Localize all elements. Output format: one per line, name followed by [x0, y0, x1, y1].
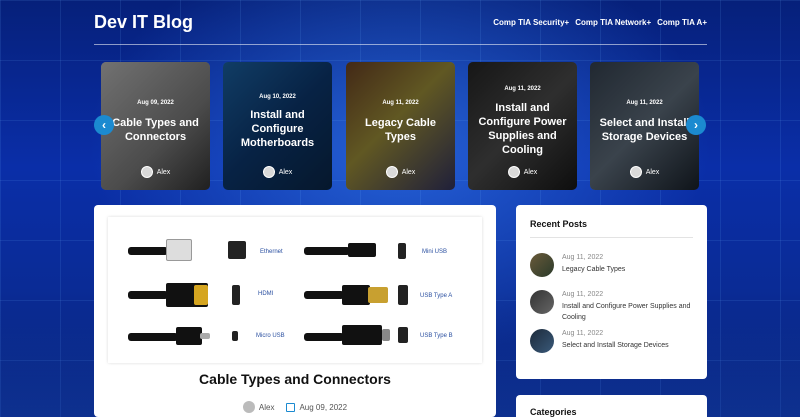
card-title[interactable]: Cable Types and Connectors — [105, 116, 206, 144]
nav-item-network[interactable]: Comp TIA Network+ — [575, 18, 651, 27]
recent-post-item[interactable]: Aug 11, 2022 Install and Configure Power… — [530, 290, 700, 321]
plug-tip-shape — [382, 329, 390, 341]
card-author-name[interactable]: Alex — [279, 169, 293, 176]
card-author-name[interactable]: Alex — [402, 169, 416, 176]
categories-widget: Categories — [516, 395, 707, 417]
header-divider — [94, 44, 707, 45]
card-author-name[interactable]: Alex — [524, 169, 538, 176]
plug-tip-shape — [194, 285, 208, 305]
post-meta: Alex Aug 09, 2022 — [94, 401, 496, 413]
card-date: Aug 11, 2022 — [382, 100, 419, 106]
carousel-next-button[interactable]: › — [686, 115, 706, 135]
port-shape — [228, 241, 246, 259]
post-author: Alex — [242, 401, 275, 413]
avatar — [385, 166, 398, 178]
widget-divider — [530, 237, 693, 238]
card-title[interactable]: Legacy Cable Types — [350, 116, 451, 144]
card-author-name[interactable]: Alex — [646, 169, 660, 176]
avatar — [629, 166, 642, 178]
carousel-card[interactable]: Aug 11, 2022 Legacy Cable Types Alex — [346, 62, 455, 190]
chevron-right-icon: › — [694, 118, 698, 132]
carousel-card[interactable]: Aug 11, 2022 Install and Configure Power… — [468, 62, 577, 190]
avatar — [140, 166, 153, 178]
nav-item-security[interactable]: Comp TIA Security+ — [493, 18, 569, 27]
image-label: USB Type A — [420, 293, 453, 299]
cable-shape — [128, 291, 168, 299]
main-nav: Comp TIA Security+ Comp TIA Network+ Com… — [493, 18, 707, 27]
recent-post-date: Aug 11, 2022 — [562, 254, 604, 261]
plug-shape — [166, 239, 192, 261]
featured-carousel: Aug 09, 2022 Cable Types and Connectors … — [101, 62, 700, 190]
card-date: Aug 11, 2022 — [626, 100, 663, 106]
port-shape — [398, 327, 408, 343]
card-date: Aug 11, 2022 — [504, 86, 541, 92]
recent-post-date: Aug 11, 2022 — [562, 291, 604, 298]
card-author-name[interactable]: Alex — [157, 169, 171, 176]
carousel-prev-button[interactable]: ‹ — [94, 115, 114, 135]
carousel-card[interactable]: Aug 10, 2022 Install and Configure Mothe… — [223, 62, 332, 190]
plug-shape — [342, 325, 382, 345]
categories-title: Categories — [530, 407, 577, 417]
plug-shape — [176, 327, 202, 345]
card-author: Alex — [468, 166, 577, 178]
avatar — [507, 166, 520, 178]
port-shape — [398, 285, 408, 305]
port-shape — [232, 285, 240, 305]
chevron-left-icon: ‹ — [102, 118, 106, 132]
carousel-card[interactable]: Aug 11, 2022 Select and Install Storage … — [590, 62, 699, 190]
plug-shape — [348, 243, 376, 257]
recent-post-title[interactable]: Install and Configure Power Supplies and… — [562, 301, 700, 323]
post-date: Aug 09, 2022 — [286, 402, 348, 412]
image-label: Micro USB — [256, 333, 285, 339]
card-author: Alex — [223, 166, 332, 178]
nav-item-a-plus[interactable]: Comp TIA A+ — [657, 18, 707, 27]
port-shape — [232, 331, 238, 341]
recent-post-thumb — [530, 253, 554, 277]
card-author: Alex — [590, 166, 699, 178]
calendar-icon — [286, 402, 296, 412]
recent-post-item[interactable]: Aug 11, 2022 Legacy Cable Types — [530, 253, 700, 279]
card-title[interactable]: Install and Configure Motherboards — [227, 108, 328, 150]
card-date: Aug 09, 2022 — [137, 100, 174, 106]
site-header: Dev IT Blog Comp TIA Security+ Comp TIA … — [94, 10, 707, 46]
cable-shape — [128, 333, 178, 341]
cable-shape — [304, 291, 344, 299]
card-author: Alex — [101, 166, 210, 178]
card-date: Aug 10, 2022 — [259, 94, 296, 100]
plug-tip-shape — [368, 287, 388, 303]
recent-post-thumb — [530, 290, 554, 314]
recent-post-item[interactable]: Aug 11, 2022 Select and Install Storage … — [530, 329, 700, 355]
recent-post-thumb — [530, 329, 554, 353]
site-brand[interactable]: Dev IT Blog — [94, 12, 193, 33]
post-date-text: Aug 09, 2022 — [299, 402, 348, 412]
post-title[interactable]: Cable Types and Connectors — [94, 371, 496, 387]
plug-tip-shape — [200, 333, 210, 339]
card-title[interactable]: Install and Configure Power Supplies and… — [472, 101, 573, 157]
recent-post-title[interactable]: Select and Install Storage Devices — [562, 340, 700, 351]
recent-post-title[interactable]: Legacy Cable Types — [562, 264, 700, 275]
recent-posts-title: Recent Posts — [530, 219, 588, 229]
avatar — [262, 166, 275, 178]
post-featured-image[interactable]: Ethernet Mini USB HDMI USB Type A Micro … — [108, 217, 482, 363]
image-label: HDMI — [258, 291, 274, 297]
image-label: Mini USB — [422, 249, 448, 255]
avatar — [242, 401, 255, 413]
post-author-name[interactable]: Alex — [259, 403, 275, 412]
image-label: Ethernet — [260, 249, 283, 255]
carousel-card[interactable]: Aug 09, 2022 Cable Types and Connectors … — [101, 62, 210, 190]
cable-shape — [128, 247, 168, 255]
card-author: Alex — [346, 166, 455, 178]
image-label: USB Type B — [420, 333, 453, 339]
recent-post-date: Aug 11, 2022 — [562, 330, 604, 337]
card-title[interactable]: Select and Install Storage Devices — [594, 116, 695, 144]
cable-shape — [304, 247, 350, 255]
port-shape — [398, 243, 406, 259]
plug-shape — [342, 285, 370, 305]
recent-posts-widget: Recent Posts Aug 11, 2022 Legacy Cable T… — [516, 205, 707, 379]
post-card: Ethernet Mini USB HDMI USB Type A Micro … — [94, 205, 496, 417]
cable-shape — [304, 333, 344, 341]
